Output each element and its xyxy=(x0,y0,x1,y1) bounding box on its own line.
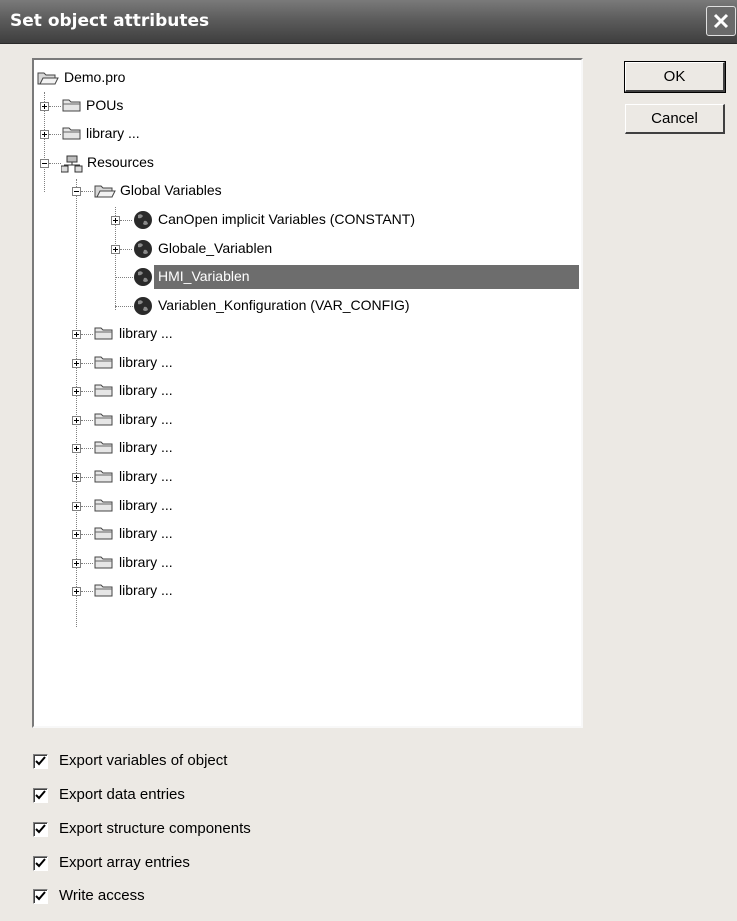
expand-icon[interactable] xyxy=(72,559,81,568)
tree-label: library ... xyxy=(86,125,140,141)
tree-label: library ... xyxy=(119,582,173,598)
expand-icon[interactable] xyxy=(72,359,81,368)
tree-label: CanOpen implicit Variables (CONSTANT) xyxy=(158,211,415,227)
globe-icon xyxy=(134,211,152,229)
expand-icon[interactable] xyxy=(72,444,81,453)
globe-icon xyxy=(134,240,152,258)
folder-icon xyxy=(62,99,81,112)
checkmark-icon xyxy=(35,756,46,766)
folder-icon xyxy=(94,527,113,540)
tree-line xyxy=(120,249,132,250)
checkbox-label: Export structure components xyxy=(59,820,251,837)
cancel-button[interactable]: Cancel xyxy=(625,104,725,134)
tree-label: library ... xyxy=(119,525,173,541)
tree-label: library ... xyxy=(119,439,173,455)
expand-icon[interactable] xyxy=(72,502,81,511)
folder-icon xyxy=(94,384,113,397)
checkbox[interactable] xyxy=(33,822,48,837)
folder-icon xyxy=(94,356,113,369)
expand-icon[interactable] xyxy=(111,245,120,254)
tree-label: library ... xyxy=(119,382,173,398)
tree-line xyxy=(81,477,93,478)
collapse-icon[interactable] xyxy=(40,159,49,168)
folder-icon xyxy=(94,470,113,483)
tree-label: library ... xyxy=(119,411,173,427)
close-button[interactable] xyxy=(706,6,736,36)
checkbox-label: Export data entries xyxy=(59,786,185,803)
tree-label: Demo.pro xyxy=(64,69,126,85)
checkbox[interactable] xyxy=(33,889,48,904)
checkbox-label: Export variables of object xyxy=(59,752,228,769)
tree-label: Resources xyxy=(87,154,154,170)
expand-icon[interactable] xyxy=(72,387,81,396)
checkmark-icon xyxy=(35,891,46,901)
tree-line xyxy=(115,306,133,307)
expand-icon[interactable] xyxy=(72,330,81,339)
title-bar: Set object attributes xyxy=(0,0,737,44)
resources-icon xyxy=(61,155,83,173)
object-tree[interactable]: Demo.pro POUs library ... Resources Glob… xyxy=(32,58,583,728)
folder-open-icon xyxy=(94,185,116,198)
checkbox-label: Write access xyxy=(59,887,145,904)
folder-icon xyxy=(94,413,113,426)
checkmark-icon xyxy=(35,790,46,800)
expand-icon[interactable] xyxy=(72,530,81,539)
checkbox[interactable] xyxy=(33,856,48,871)
tree-line xyxy=(81,591,93,592)
tree-label: Variablen_Konfiguration (VAR_CONFIG) xyxy=(158,297,410,313)
checkbox[interactable] xyxy=(33,754,48,769)
tree-label: POUs xyxy=(86,97,124,113)
tree-line xyxy=(81,191,93,192)
expand-icon[interactable] xyxy=(72,416,81,425)
ok-button[interactable]: OK xyxy=(624,61,726,93)
tree-label: library ... xyxy=(119,554,173,570)
tree-line xyxy=(81,506,93,507)
tree-line xyxy=(49,134,61,135)
checkmark-icon xyxy=(35,824,46,834)
checkmark-icon xyxy=(35,858,46,868)
folder-open-icon xyxy=(37,72,59,85)
expand-icon[interactable] xyxy=(72,473,81,482)
tree-line xyxy=(81,420,93,421)
tree-label: library ... xyxy=(119,468,173,484)
folder-icon xyxy=(62,127,81,140)
expand-icon[interactable] xyxy=(111,216,120,225)
folder-icon xyxy=(94,441,113,454)
expand-icon[interactable] xyxy=(72,587,81,596)
tree-line xyxy=(49,163,61,164)
collapse-icon[interactable] xyxy=(72,187,81,196)
tree-line xyxy=(120,220,132,221)
tree-line xyxy=(81,448,93,449)
checkbox[interactable] xyxy=(33,788,48,803)
tree-line xyxy=(49,106,61,107)
tree-label: HMI_Variablen xyxy=(158,268,250,284)
tree-label: library ... xyxy=(119,354,173,370)
globe-icon xyxy=(134,297,152,315)
tree-label: Globale_Variablen xyxy=(158,240,273,256)
tree-line xyxy=(81,563,93,564)
folder-icon xyxy=(94,499,113,512)
tree-line xyxy=(81,534,93,535)
folder-icon xyxy=(94,584,113,597)
tree-item-hmi-variablen[interactable]: HMI_Variablen xyxy=(34,263,579,291)
expand-icon[interactable] xyxy=(40,102,49,111)
tree-label: Global Variables xyxy=(120,182,222,198)
folder-icon xyxy=(94,327,113,340)
close-icon xyxy=(713,13,729,29)
tree-line xyxy=(81,363,93,364)
folder-icon xyxy=(94,556,113,569)
window-title: Set object attributes xyxy=(10,11,210,31)
globe-icon xyxy=(134,268,152,286)
expand-icon[interactable] xyxy=(40,130,49,139)
checkbox-label: Export array entries xyxy=(59,854,190,871)
tree-label: library ... xyxy=(119,325,173,341)
tree-line xyxy=(81,334,93,335)
tree-line xyxy=(81,391,93,392)
tree-label: library ... xyxy=(119,497,173,513)
